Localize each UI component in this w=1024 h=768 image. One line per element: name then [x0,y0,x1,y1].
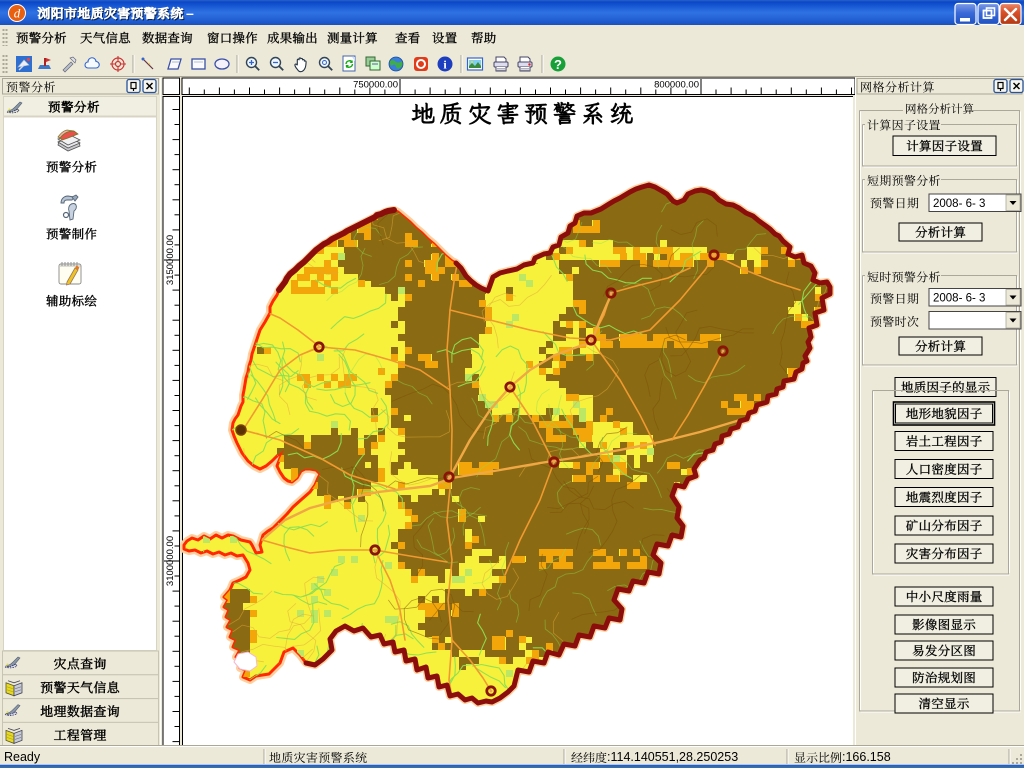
svg-text::114.140551,28.250253: :114.140551,28.250253 [607,750,738,764]
svg-text:d: d [14,6,21,21]
svg-text:800000.00: 800000.00 [654,80,699,91]
svg-text:?: ? [554,57,562,72]
svg-text:3150000.00: 3150000.00 [165,235,176,285]
svg-text:3100000.00: 3100000.00 [165,536,176,586]
svg-text:750000.00: 750000.00 [353,80,398,91]
svg-text:Ready: Ready [4,750,41,764]
svg-text::166.158: :166.158 [842,750,891,764]
svg-text:2008- 6- 3: 2008- 6- 3 [933,198,985,210]
svg-text:–: – [186,5,194,21]
svg-text:2008- 6- 3: 2008- 6- 3 [933,293,985,305]
